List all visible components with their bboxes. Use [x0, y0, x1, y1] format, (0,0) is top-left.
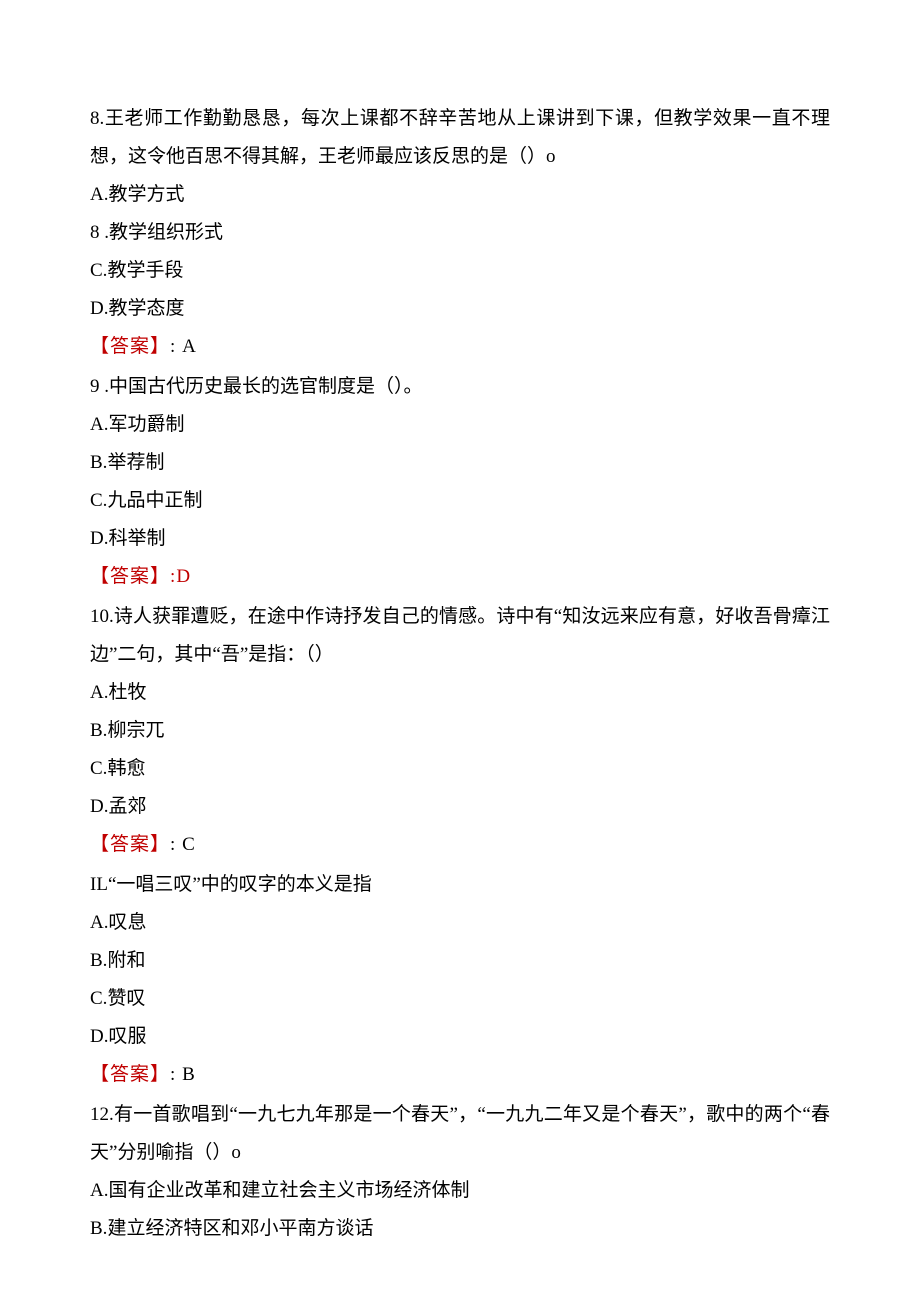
- option-text: 军功爵制: [108, 414, 184, 435]
- option-label: D.: [90, 796, 108, 817]
- option-label: B.: [90, 720, 107, 741]
- option-label: 8 .: [90, 222, 109, 243]
- option-text: 举荐制: [107, 452, 164, 473]
- document-content: 8.王老师工作勤勤恳恳，每次上课都不辞辛苦地从上课讲到下课，但教学效果一直不理想…: [90, 100, 830, 1248]
- option-label: D.: [90, 1026, 108, 1047]
- option-a: A.国有企业改革和建立社会主义市场经济体制: [90, 1172, 830, 1210]
- question-body: 诗人获罪遭贬，在途中作诗抒发自己的情感。诗中有“知汝远来应有意，好收吾骨瘴江边”…: [90, 606, 830, 665]
- question-block: IL“一唱三叹”中的叹字的本义是指 A.叹息 B.附和 C.赞叹 D.叹服 【答…: [90, 866, 830, 1094]
- option-text: 孟郊: [108, 796, 146, 817]
- option-label: C.: [90, 758, 107, 779]
- option-b: B.柳宗兀: [90, 712, 830, 750]
- option-text: 韩愈: [107, 758, 145, 779]
- option-a: A.杜牧: [90, 674, 830, 712]
- option-text: 杜牧: [108, 682, 146, 703]
- answer-label: 答案: [110, 834, 150, 855]
- option-text: 国有企业改革和建立社会主义市场经济体制: [108, 1180, 469, 1201]
- question-body: 王老师工作勤勤恳恳，每次上课都不辞辛苦地从上课讲到下课，但教学效果一直不理想，这…: [90, 108, 830, 167]
- answer-bracket-close: 】: [150, 566, 170, 587]
- question-block: 10.诗人获罪遭贬，在途中作诗抒发自己的情感。诗中有“知汝远来应有意，好收吾骨瘴…: [90, 598, 830, 864]
- answer-value: : B: [170, 1064, 196, 1085]
- answer-label: 答案: [110, 566, 150, 587]
- question-text: 9 .中国古代历史最长的选官制度是（）。: [90, 368, 830, 406]
- option-d: D.叹服: [90, 1018, 830, 1056]
- option-text: 九品中正制: [107, 490, 202, 511]
- option-d: D.科举制: [90, 520, 830, 558]
- option-label: B.: [90, 1218, 107, 1239]
- option-text: 叹服: [108, 1026, 146, 1047]
- option-label: C.: [90, 490, 107, 511]
- option-a: A.军功爵制: [90, 406, 830, 444]
- question-block: 9 .中国古代历史最长的选官制度是（）。 A.军功爵制 B.举荐制 C.九品中正…: [90, 368, 830, 596]
- question-body: 中国古代历史最长的选官制度是（）。: [109, 376, 423, 397]
- question-text: 12.有一首歌唱到“一九七九年那是一个春天”，“一九九二年又是个春天”，歌中的两…: [90, 1096, 830, 1172]
- option-a: A.叹息: [90, 904, 830, 942]
- option-b: B.附和: [90, 942, 830, 980]
- question-block: 12.有一首歌唱到“一九七九年那是一个春天”，“一九九二年又是个春天”，歌中的两…: [90, 1096, 830, 1248]
- option-b: 8 .教学组织形式: [90, 214, 830, 252]
- question-block: 8.王老师工作勤勤恳恳，每次上课都不辞辛苦地从上课讲到下课，但教学效果一直不理想…: [90, 100, 830, 366]
- option-label: D.: [90, 298, 108, 319]
- question-number: 12.: [90, 1104, 114, 1125]
- answer-bracket-close: 】: [150, 1064, 170, 1085]
- option-b: B.举荐制: [90, 444, 830, 482]
- option-text: 赞叹: [107, 988, 145, 1009]
- answer-bracket-open: 【: [90, 336, 110, 357]
- option-text: 建立经济特区和邓小平南方谈话: [107, 1218, 373, 1239]
- answer-bracket-open: 【: [90, 1064, 110, 1085]
- answer-line: 【答案】: C: [90, 826, 830, 864]
- option-text: 附和: [107, 950, 145, 971]
- option-label: C.: [90, 988, 107, 1009]
- question-body: 有一首歌唱到“一九七九年那是一个春天”，“一九九二年又是个春天”，歌中的两个“春…: [90, 1104, 830, 1163]
- answer-bracket-open: 【: [90, 566, 110, 587]
- answer-bracket-close: 】: [150, 834, 170, 855]
- answer-value: :D: [170, 566, 191, 587]
- answer-line: 【答案】: A: [90, 328, 830, 366]
- option-text: 叹息: [108, 912, 146, 933]
- option-label: C.: [90, 260, 107, 281]
- option-text: 教学方式: [108, 184, 184, 205]
- option-text: 科举制: [108, 528, 165, 549]
- option-c: C.赞叹: [90, 980, 830, 1018]
- question-number: 8.: [90, 108, 104, 129]
- option-label: A.: [90, 184, 108, 205]
- option-c: C.教学手段: [90, 252, 830, 290]
- answer-label: 答案: [110, 336, 150, 357]
- answer-bracket-open: 【: [90, 834, 110, 855]
- answer-line: 【答案】:D: [90, 558, 830, 596]
- answer-bracket-close: 】: [150, 336, 170, 357]
- option-b: B.建立经济特区和邓小平南方谈话: [90, 1210, 830, 1248]
- answer-value: : C: [170, 834, 196, 855]
- option-a: A.教学方式: [90, 176, 830, 214]
- answer-label: 答案: [110, 1064, 150, 1085]
- question-text: 8.王老师工作勤勤恳恳，每次上课都不辞辛苦地从上课讲到下课，但教学效果一直不理想…: [90, 100, 830, 176]
- question-text: IL“一唱三叹”中的叹字的本义是指: [90, 866, 830, 904]
- option-d: D.孟郊: [90, 788, 830, 826]
- option-text: 柳宗兀: [107, 720, 164, 741]
- option-label: D.: [90, 528, 108, 549]
- answer-value: : A: [170, 336, 197, 357]
- question-number: IL: [90, 874, 108, 895]
- question-body: “一唱三叹”中的叹字的本义是指: [108, 874, 372, 895]
- option-text: 教学态度: [108, 298, 184, 319]
- option-label: B.: [90, 950, 107, 971]
- answer-line: 【答案】: B: [90, 1056, 830, 1094]
- option-text: 教学手段: [107, 260, 183, 281]
- option-label: A.: [90, 414, 108, 435]
- question-number: 10.: [90, 606, 114, 627]
- question-text: 10.诗人获罪遭贬，在途中作诗抒发自己的情感。诗中有“知汝远来应有意，好收吾骨瘴…: [90, 598, 830, 674]
- option-label: A.: [90, 1180, 108, 1201]
- option-c: C.韩愈: [90, 750, 830, 788]
- option-text: 教学组织形式: [109, 222, 223, 243]
- option-c: C.九品中正制: [90, 482, 830, 520]
- option-d: D.教学态度: [90, 290, 830, 328]
- option-label: A.: [90, 682, 108, 703]
- option-label: A.: [90, 912, 108, 933]
- question-number: 9 .: [90, 376, 109, 397]
- option-label: B.: [90, 452, 107, 473]
